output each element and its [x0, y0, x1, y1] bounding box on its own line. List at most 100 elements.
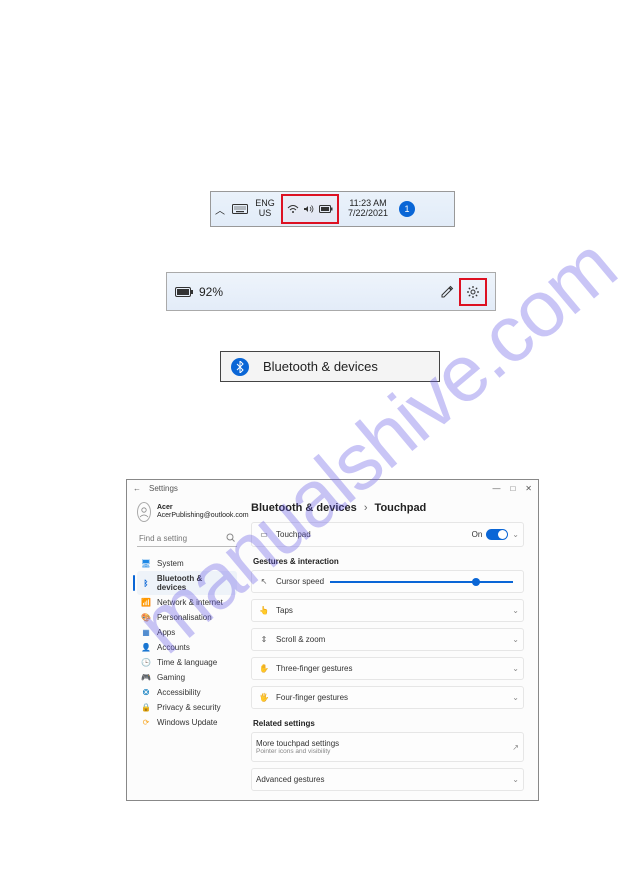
sidebar-item-windows-update[interactable]: ⟳ Windows Update: [137, 715, 237, 730]
nav-icon: 🔒: [141, 703, 151, 712]
avatar-icon: [137, 502, 151, 522]
lang-secondary: US: [251, 209, 279, 219]
battery-percent: 92%: [199, 285, 223, 299]
row-three-finger-gestures[interactable]: ✋Three-finger gestures⌄: [251, 657, 524, 680]
sidebar: Acer AcerPublishing@outlook.com 🖥 System ᛒ…: [127, 496, 245, 800]
row-cursor-speed[interactable]: ↖ Cursor speed: [251, 570, 524, 593]
close-button[interactable]: ✕: [525, 484, 532, 493]
settings-icon-highlighted[interactable]: [459, 278, 487, 306]
row-four-finger-gestures[interactable]: 🖐 Four-finger gestures ⌄: [251, 686, 524, 709]
nav-label: Apps: [157, 628, 175, 637]
nav-icon: 🖥: [141, 559, 151, 568]
section-related: Related settings: [253, 719, 524, 728]
toggle-state-text: On: [472, 530, 483, 539]
touch-keyboard-icon[interactable]: [229, 204, 251, 214]
battery-status[interactable]: 92%: [175, 285, 223, 299]
sidebar-item-apps[interactable]: ▦ Apps: [137, 625, 237, 640]
crumb-current: Touchpad: [375, 502, 427, 514]
chevron-right-icon: ›: [364, 502, 368, 514]
row-label: Taps: [276, 606, 293, 615]
more-touchpad-settings-row[interactable]: More touchpad settings Pointer icons and…: [251, 732, 524, 762]
touchpad-label: Touchpad: [276, 530, 311, 539]
tray-overflow-chevron-icon[interactable]: ︿: [211, 202, 229, 217]
account-block[interactable]: Acer AcerPublishing@outlook.com: [137, 502, 237, 522]
row-scroll-zoom[interactable]: ⇕ Scroll & zoom ⌄: [251, 628, 524, 651]
sidebar-item-system[interactable]: 🖥 System: [137, 556, 237, 571]
section-gestures: Gestures & interaction: [253, 557, 524, 566]
row-icon: ⇕: [256, 635, 272, 644]
account-email: AcerPublishing@outlook.com: [157, 512, 249, 520]
touchpad-icon: ▭: [256, 530, 272, 539]
clock[interactable]: 11:23 AM 7/22/2021: [343, 199, 393, 219]
row-label: Scroll & zoom: [276, 635, 325, 644]
nav-label: Privacy & security: [157, 703, 221, 712]
search-icon: [226, 533, 235, 542]
nav-icon: 👤: [141, 643, 151, 652]
nav-label: Personalisation: [157, 613, 212, 622]
nav-label: Network & internet: [157, 598, 223, 607]
sidebar-item-time-language[interactable]: 🕒 Time & language: [137, 655, 237, 670]
row-taps[interactable]: 👆Taps⌄: [251, 599, 524, 622]
row-icon: ✋: [256, 664, 272, 673]
battery-icon[interactable]: [319, 205, 333, 213]
touchpad-toggle-row[interactable]: ▭ Touchpad On ⌄: [251, 522, 524, 547]
toggle-switch[interactable]: [486, 529, 508, 540]
nav-icon: 🎨: [141, 613, 151, 622]
volume-icon[interactable]: [303, 204, 315, 214]
account-name: Acer: [157, 504, 249, 512]
notification-badge[interactable]: 1: [399, 201, 415, 217]
date-text: 7/22/2021: [343, 209, 393, 219]
nav-icon: 📶: [141, 598, 151, 607]
sidebar-item-bluetooth-devices[interactable]: ᛒ Bluetooth & devices: [137, 571, 237, 595]
search-input[interactable]: [137, 531, 237, 547]
advanced-label: Advanced gestures: [256, 775, 325, 784]
nav-label: Accounts: [157, 643, 190, 652]
breadcrumb: Bluetooth & devices › Touchpad: [251, 502, 524, 514]
quick-settings-panel: 92%: [166, 272, 496, 311]
row-icon: 👆: [256, 606, 272, 615]
nav-label: Time & language: [157, 658, 217, 667]
advanced-gestures-row[interactable]: Advanced gestures ⌄: [251, 768, 524, 791]
search-box[interactable]: [137, 531, 237, 547]
back-button[interactable]: ←: [133, 484, 141, 493]
minimize-button[interactable]: —: [492, 484, 500, 493]
row-label: Cursor speed: [276, 577, 324, 586]
row-icon: 🖐: [256, 693, 272, 702]
sidebar-item-accessibility[interactable]: ❂Accessibility: [137, 685, 237, 700]
bluetooth-devices-nav[interactable]: Bluetooth & devices: [220, 351, 440, 382]
edit-icon[interactable]: [435, 280, 459, 304]
nav-label: System: [157, 559, 184, 568]
chevron-down-icon: ⌄: [512, 664, 519, 673]
crumb-parent[interactable]: Bluetooth & devices: [251, 502, 357, 514]
chevron-down-icon: ⌄: [512, 693, 519, 702]
main-pane: Bluetooth & devices › Touchpad ▭ Touchpa…: [245, 496, 538, 800]
nav-list: 🖥 System ᛒ Bluetooth & devices 📶 Network & in…: [137, 556, 237, 730]
related-sub: Pointer icons and visibility: [256, 748, 339, 755]
sidebar-item-gaming[interactable]: 🎮 Gaming: [137, 670, 237, 685]
row-icon: ↖: [256, 577, 272, 586]
maximize-button[interactable]: □: [510, 484, 515, 493]
nav-icon: ❂: [141, 688, 151, 697]
nav-icon: ᛒ: [141, 579, 151, 588]
sidebar-item-network-internet[interactable]: 📶 Network & internet: [137, 595, 237, 610]
nav-icon: 🎮: [141, 673, 151, 682]
row-label: Four-finger gestures: [276, 693, 348, 702]
sidebar-item-privacy-security[interactable]: 🔒 Privacy & security: [137, 700, 237, 715]
language-indicator[interactable]: ENG US: [251, 199, 279, 219]
external-link-icon: ↗: [512, 743, 519, 752]
wifi-icon[interactable]: [287, 204, 299, 214]
nav-icon: 🕒: [141, 658, 151, 667]
settings-window: ← Settings — □ ✕ Acer AcerPublishing@out…: [126, 479, 539, 801]
sidebar-item-personalisation[interactable]: 🎨 Personalisation: [137, 610, 237, 625]
chevron-down-icon: ⌄: [512, 635, 519, 644]
nav-label: Gaming: [157, 673, 185, 682]
cursor-speed-slider[interactable]: [330, 581, 513, 583]
nav-label: Bluetooth & devices: [157, 574, 233, 592]
battery-icon: [175, 287, 193, 297]
system-tray-highlighted[interactable]: [281, 194, 339, 224]
nav-icon: ▦: [141, 628, 151, 637]
sidebar-item-accounts[interactable]: 👤 Accounts: [137, 640, 237, 655]
nav-label: Windows Update: [157, 718, 217, 727]
chevron-down-icon[interactable]: ⌄: [512, 530, 519, 539]
nav-icon: ⟳: [141, 718, 151, 727]
